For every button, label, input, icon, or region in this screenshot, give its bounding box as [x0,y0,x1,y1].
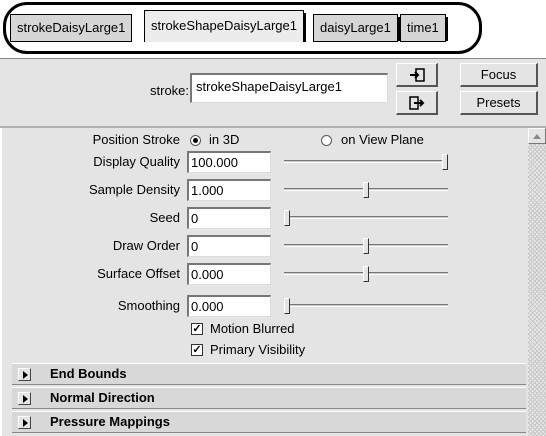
section-title: Pressure Mappings [50,414,170,429]
section-normal-direction[interactable]: Normal Direction [12,387,526,409]
tab-highlight-oval [3,2,482,54]
scroll-up-arrow-icon[interactable] [528,128,546,144]
display-quality-slider[interactable] [284,154,448,170]
display-quality-field[interactable]: 100.000 [187,151,271,173]
on-view-plane-radio-label: on View Plane [341,132,424,147]
on-view-plane-radio[interactable] [321,135,332,146]
expand-arrow-icon[interactable] [18,416,31,429]
surface-offset-field[interactable]: 0.000 [187,263,271,285]
stroke-name-field[interactable]: strokeShapeDaisyLarge1 [190,73,388,103]
section-title: Normal Direction [50,390,155,405]
input-connection-icon [409,67,425,82]
slider-thumb[interactable] [442,154,448,170]
slider-thumb[interactable] [363,182,369,198]
surface-offset-slider[interactable] [284,266,448,282]
primary-visibility-label: Primary Visibility [210,342,306,357]
output-connection-icon [408,95,424,110]
smoothing-slider[interactable] [284,298,448,314]
seed-label: Seed [149,210,180,225]
focus-button[interactable]: Focus [460,63,538,87]
section-title: End Bounds [50,366,127,381]
sample-density-slider[interactable] [284,182,448,198]
slider-thumb[interactable] [284,210,290,226]
slider-thumb[interactable] [363,266,369,282]
section-pressure-mappings[interactable]: Pressure Mappings [12,411,526,433]
position-stroke-label: Position Stroke [92,132,180,147]
draw-order-slider[interactable] [284,238,448,254]
in-3d-radio[interactable] [190,135,201,146]
presets-button[interactable]: Presets [460,91,538,115]
sample-density-label: Sample Density [88,182,180,197]
input-connection-button[interactable] [396,63,438,87]
expand-arrow-icon[interactable] [18,368,31,381]
expand-arrow-icon[interactable] [18,392,31,405]
seed-field[interactable]: 0 [187,207,271,229]
primary-visibility-checkbox[interactable]: ✓ [191,344,203,356]
tab-bar: strokeDaisyLarge1 strokeShapeDaisyLarge1… [0,0,546,58]
panel-divider [0,126,546,128]
attribute-panel: Position Stroke in 3D on View Plane Disp… [0,126,546,436]
draw-order-label: Draw Order [112,238,180,253]
draw-order-field[interactable]: 0 [187,235,271,257]
stroke-label: stroke: [150,83,190,98]
seed-slider[interactable] [284,210,448,226]
slider-thumb[interactable] [363,238,369,254]
motion-blurred-checkbox[interactable]: ✓ [191,323,203,335]
output-connection-button[interactable] [396,91,438,115]
slider-thumb[interactable] [284,298,290,314]
vertical-scrollbar[interactable] [528,128,546,436]
surface-offset-label: Surface Offset [97,266,180,281]
stroke-header: stroke: strokeShapeDaisyLarge1 Focus Pre… [0,58,546,126]
display-quality-label: Display Quality [93,154,180,169]
panel-edge [0,128,2,436]
sample-density-field[interactable]: 1.000 [187,179,271,201]
motion-blurred-label: Motion Blurred [210,321,295,336]
in-3d-radio-label: in 3D [209,132,240,147]
smoothing-field[interactable]: 0.000 [187,295,271,317]
section-end-bounds[interactable]: End Bounds [12,363,526,385]
smoothing-label: Smoothing [117,298,180,313]
